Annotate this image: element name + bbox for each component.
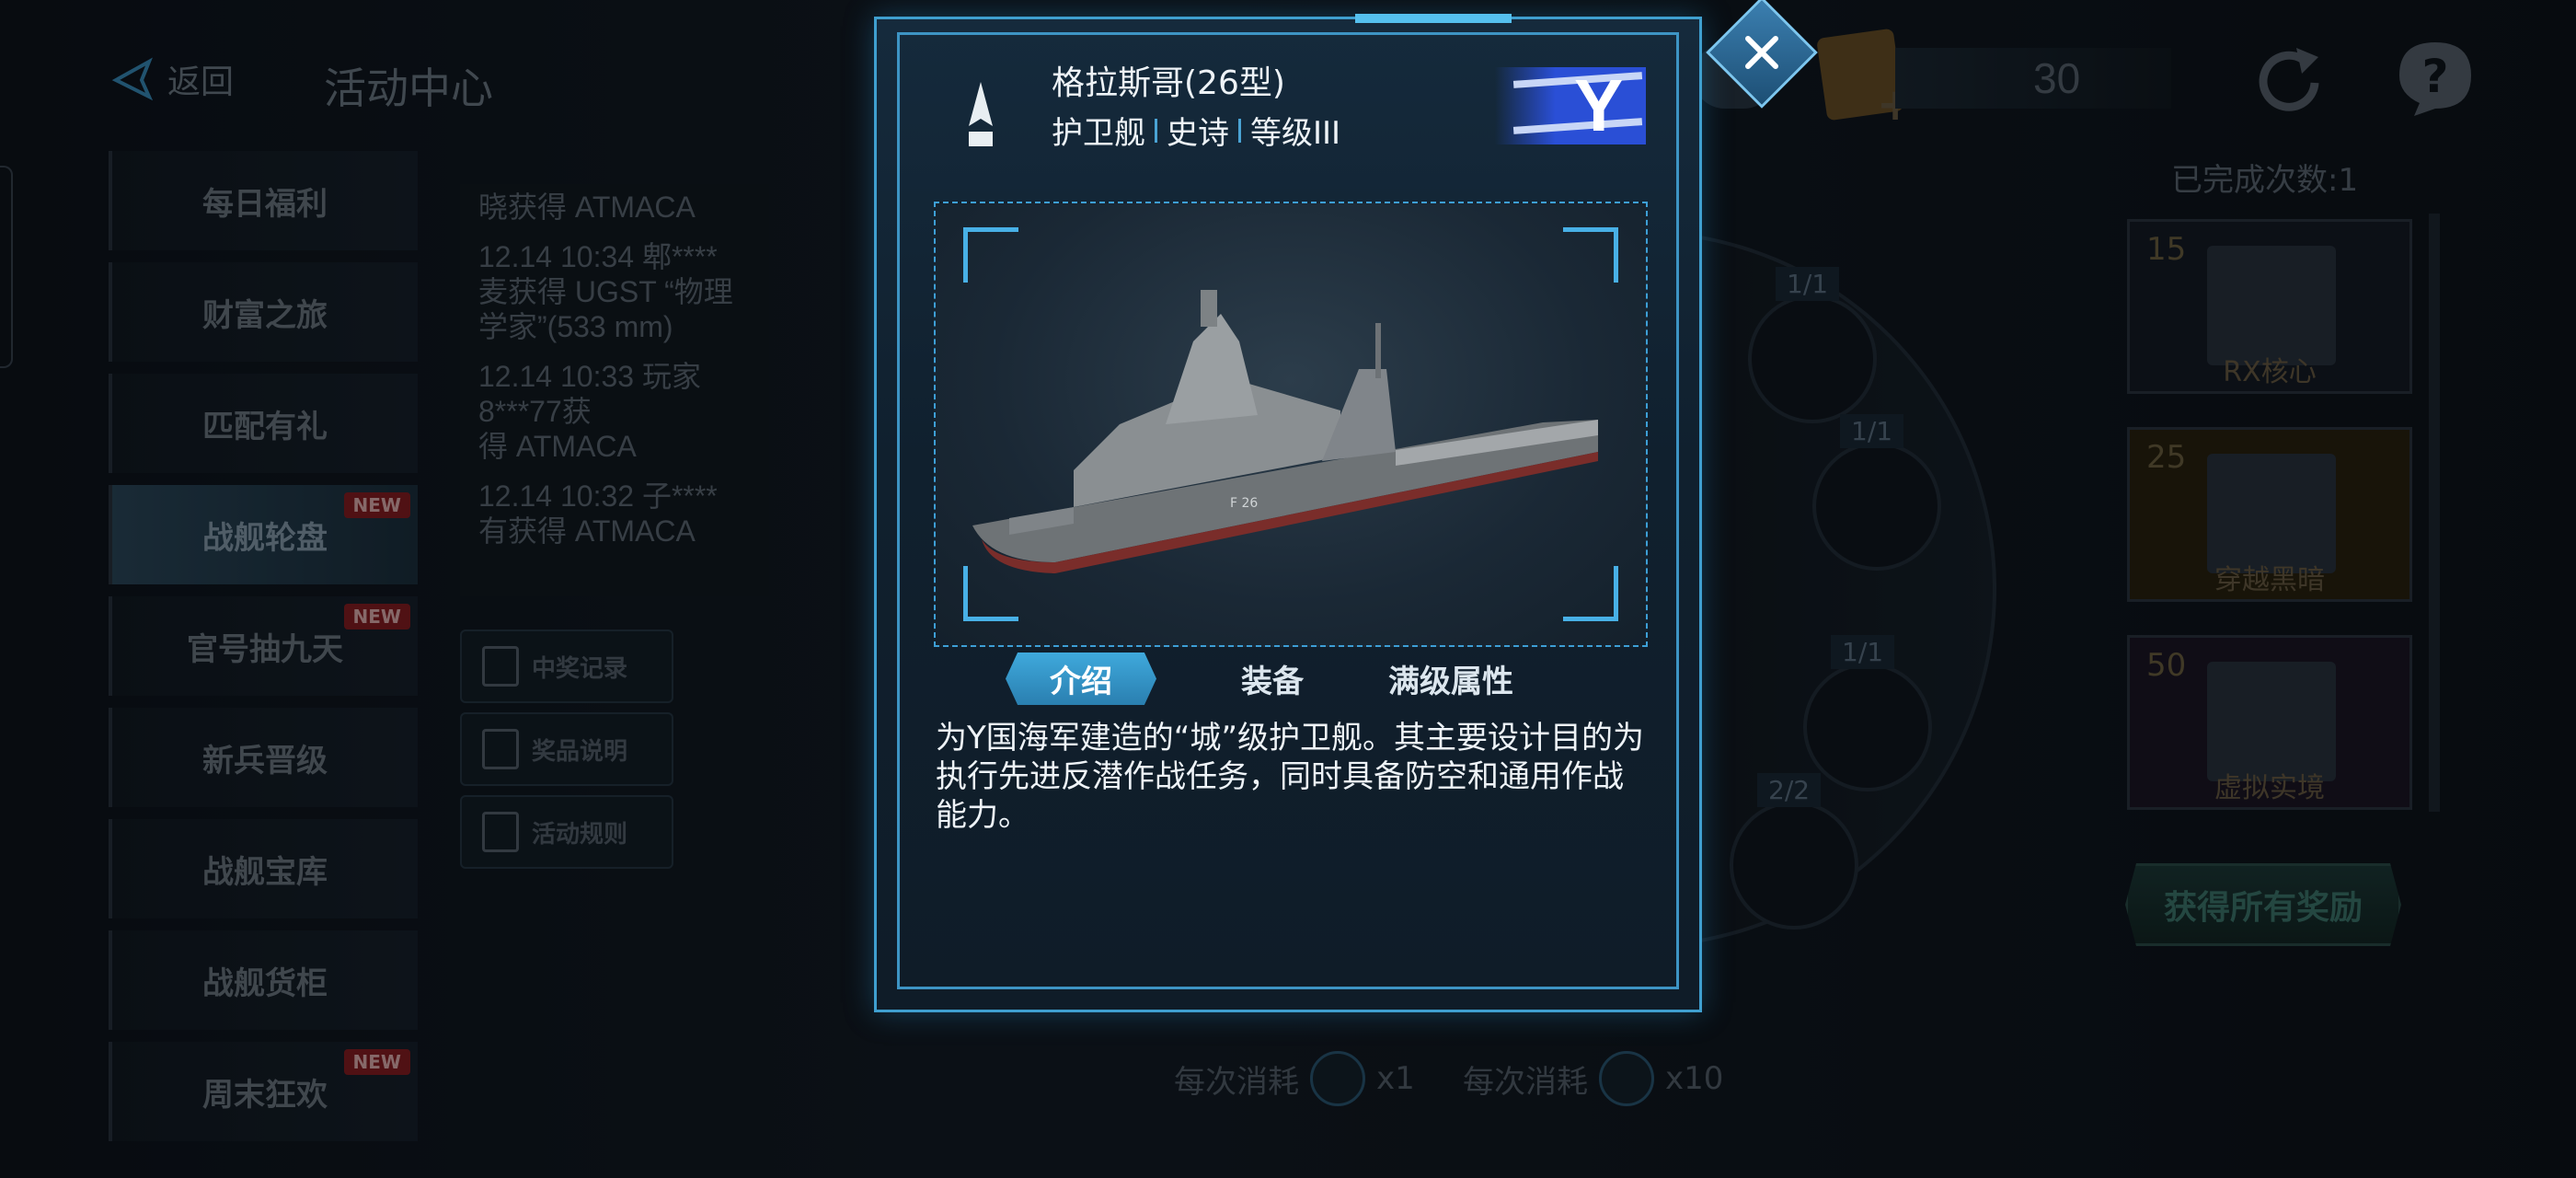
tab-max-level-stats[interactable]: 满级属性 [1388,656,1513,701]
ship-rarity: 史诗 [1167,115,1229,152]
ship-level: 等级III [1250,115,1341,152]
frigate-model-image: F 26 [972,290,1598,573]
ship-class: 护卫舰 [1052,115,1145,152]
ship-name: 格拉斯哥(26型) [1052,64,1285,102]
flag-letter: Y [1574,67,1624,144]
tab-intro[interactable]: 介绍 [1006,653,1156,705]
tab-equipment[interactable]: 装备 [1241,656,1304,701]
hull-number: F 26 [1230,496,1258,511]
modal-top-accent [1355,14,1512,23]
nation-flag: Y [1495,67,1646,144]
ship-viewport: F 26 [934,202,1648,647]
modal-tabs: 介绍 装备 满级属性 [1006,653,1513,705]
ship-info-modal: 格拉斯哥(26型) 护卫舰 史诗 等级III Y F 26 介绍 装备 满级属性… [874,14,1702,1012]
ship-description: 为Y国海军建造的“城”级护卫舰。其主要设计目的为执行先进反潜作战任务，同时具备防… [936,720,1644,834]
ship-meta: 护卫舰 史诗 等级III [1052,108,1340,153]
rank-chevron-icon [969,82,993,146]
divider [1155,118,1157,143]
close-icon[interactable] [1742,33,1781,72]
divider [1238,118,1241,143]
